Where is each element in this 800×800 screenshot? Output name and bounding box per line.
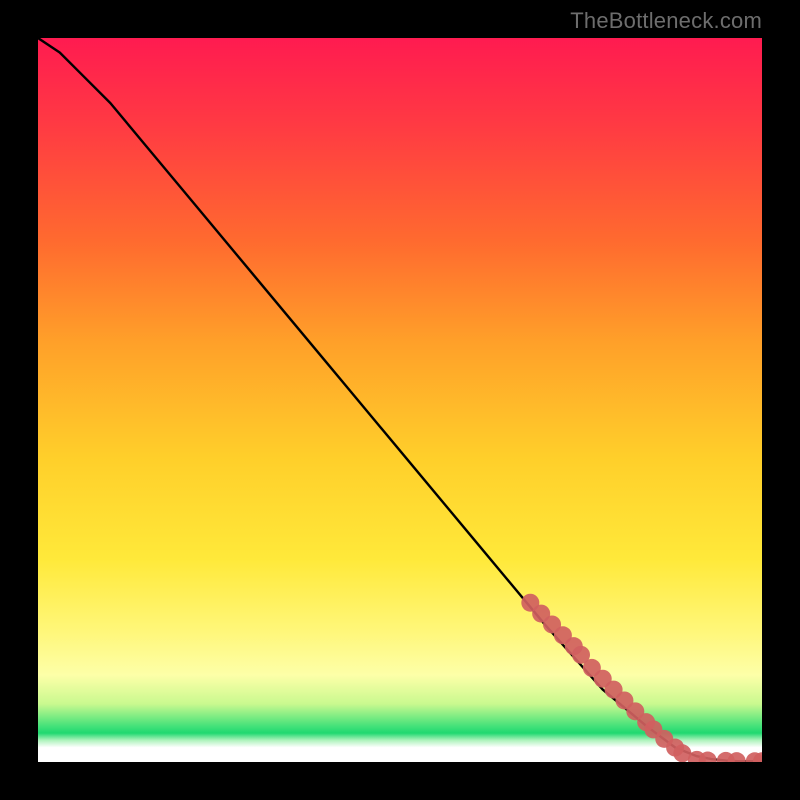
plot-area	[38, 38, 762, 762]
chart-svg	[38, 38, 762, 762]
curve-layer	[38, 38, 762, 761]
series-curve	[38, 38, 762, 761]
marker-layer	[521, 594, 762, 762]
chart-frame: TheBottleneck.com	[0, 0, 800, 800]
attribution-text: TheBottleneck.com	[570, 8, 762, 34]
